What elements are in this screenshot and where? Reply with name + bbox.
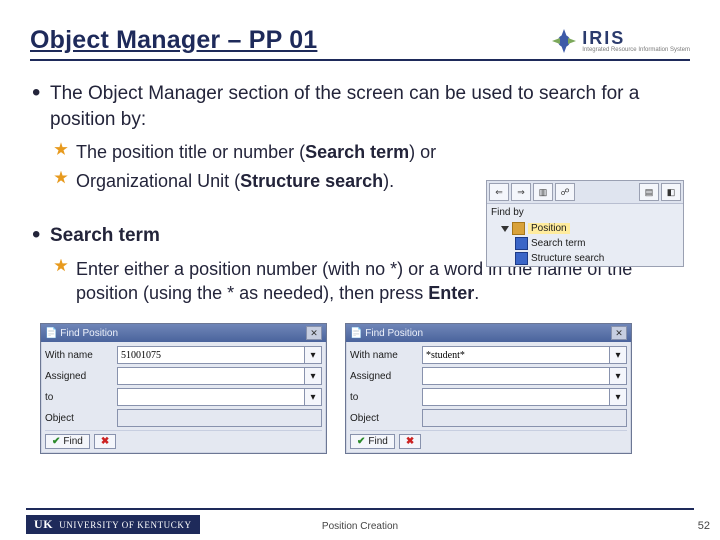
tree-node-search-term[interactable]: Search term (487, 236, 683, 251)
toolbar-icon[interactable]: ☍ (555, 183, 575, 201)
toolbar-icon[interactable]: ▥ (533, 183, 553, 201)
slide-header: Object Manager – PP 01 IRIS Integrated R… (30, 26, 690, 61)
to-label: to (350, 392, 422, 403)
close-icon[interactable]: ✕ (611, 326, 627, 340)
to-input[interactable] (423, 389, 609, 405)
assigned-input[interactable] (423, 368, 609, 384)
dialog-row: 📄 Find Position ✕ With name ▾ Assigned ▾… (40, 323, 690, 454)
dropdown-icon[interactable]: ▾ (304, 388, 322, 406)
position-icon (512, 222, 525, 235)
dialog-titlebar: 📄 Find Position ✕ (346, 324, 631, 342)
bullet-1: The Object Manager section of the screen… (30, 81, 690, 193)
cancel-button[interactable]: ✖ (94, 434, 116, 449)
tree-node-position[interactable]: Position (487, 221, 683, 236)
dialog-title: 📄 Find Position (45, 328, 118, 339)
object-manager-tree-panel: ⇐ ⇒ ▥ ☍ ▤ ◧ Find by Position Search term… (486, 180, 684, 267)
bullet-2-title: Search term (50, 225, 160, 246)
iris-logo: IRIS Integrated Resource Information Sys… (550, 27, 690, 55)
tree-node-structure-search[interactable]: Structure search (487, 251, 683, 266)
toolbar-icon[interactable]: ⇒ (511, 183, 531, 201)
expand-icon (501, 226, 509, 232)
slide-footer: UK UNIVERSITY OF KENTUCKY Position Creat… (0, 508, 720, 540)
with-name-label: With name (45, 350, 117, 361)
check-icon: ✔ (52, 436, 60, 447)
dropdown-icon[interactable]: ▾ (304, 346, 322, 364)
search-term-icon (515, 237, 528, 250)
toolbar-icon[interactable]: ⇐ (489, 183, 509, 201)
with-name-input[interactable] (118, 347, 304, 363)
check-icon: ✔ (357, 436, 365, 447)
find-position-dialog-left: 📄 Find Position ✕ With name ▾ Assigned ▾… (40, 323, 327, 454)
tree-node-label: Position (528, 223, 570, 234)
page-title: Object Manager – PP 01 (30, 26, 317, 55)
object-label: Object (350, 413, 422, 424)
page-number: 52 (698, 520, 710, 532)
find-position-dialog-right: 📄 Find Position ✕ With name ▾ Assigned ▾… (345, 323, 632, 454)
toolbar-icon[interactable]: ▤ (639, 183, 659, 201)
dropdown-icon[interactable]: ▾ (304, 367, 322, 385)
find-button[interactable]: ✔Find (45, 434, 90, 449)
footer-rule (26, 508, 694, 510)
toolbar-icon[interactable]: ◧ (661, 183, 681, 201)
iris-tagline: Integrated Resource Information System (582, 47, 690, 53)
with-name-label: With name (350, 350, 422, 361)
tree-node-label: Search term (531, 238, 585, 249)
dialog-titlebar: 📄 Find Position ✕ (41, 324, 326, 342)
with-name-input[interactable] (423, 347, 609, 363)
object-label: Object (45, 413, 117, 424)
structure-search-icon (515, 252, 528, 265)
dropdown-icon[interactable]: ▾ (609, 346, 627, 364)
dropdown-icon[interactable]: ▾ (609, 388, 627, 406)
iris-icon (550, 27, 578, 55)
footer-center: Position Creation (0, 521, 720, 532)
find-button[interactable]: ✔Find (350, 434, 395, 449)
assigned-label: Assigned (350, 371, 422, 382)
cancel-button[interactable]: ✖ (399, 434, 421, 449)
tree-node-label: Structure search (531, 253, 604, 264)
tree-toolbar: ⇐ ⇒ ▥ ☍ ▤ ◧ (487, 181, 683, 204)
assigned-label: Assigned (45, 371, 117, 382)
bullet-1-text: The Object Manager section of the screen… (50, 83, 639, 130)
to-input[interactable] (118, 389, 304, 405)
to-label: to (45, 392, 117, 403)
dialog-title: 📄 Find Position (350, 328, 423, 339)
assigned-input[interactable] (118, 368, 304, 384)
bullet-1-sub-1: The position title or number (Search ter… (54, 140, 690, 164)
iris-brand: IRIS (582, 29, 690, 47)
close-icon[interactable]: ✕ (306, 326, 322, 340)
find-by-label: Find by (487, 204, 683, 221)
dropdown-icon[interactable]: ▾ (609, 367, 627, 385)
